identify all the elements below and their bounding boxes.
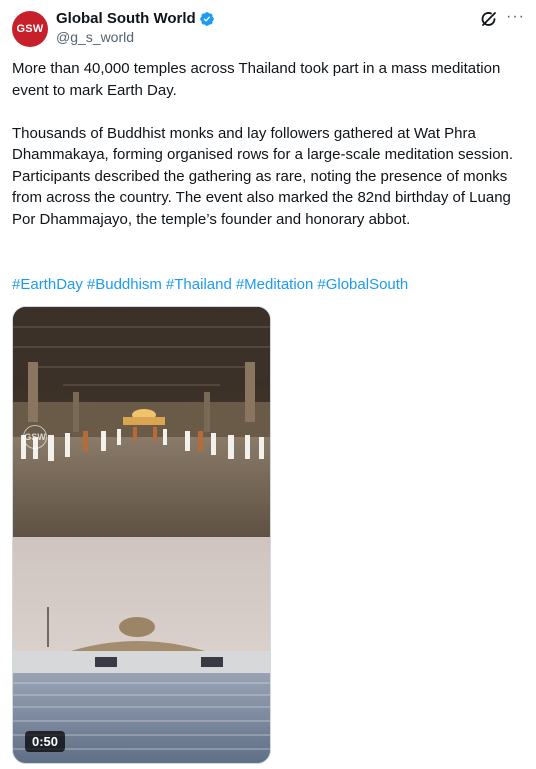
more-icon[interactable]: ···	[506, 8, 524, 26]
grok-icon[interactable]	[480, 10, 498, 28]
tweet-paragraph-2: Thousands of Buddhist monks and lay foll…	[12, 124, 514, 228]
hashtag-earthday[interactable]: #EarthDay	[12, 276, 83, 293]
hashtag-thailand[interactable]: #Thailand	[166, 276, 232, 293]
hashtag-meditation[interactable]: #Meditation	[236, 276, 314, 293]
display-name[interactable]: Global South World	[56, 10, 196, 27]
avatar[interactable]: GSW	[12, 11, 48, 47]
tweet-text: More than 40,000 temples across Thailand…	[12, 58, 522, 230]
hashtag-buddhism[interactable]: #Buddhism	[87, 276, 162, 293]
verified-badge-icon	[199, 11, 215, 27]
hashtag-list: #EarthDay #Buddhism #Thailand #Meditation #G…	[12, 274, 412, 295]
author-name-row: Global South World	[56, 10, 215, 27]
author-handle[interactable]: @g_s_world	[56, 29, 134, 45]
hashtag-globalsouth[interactable]: #GlobalSouth	[317, 276, 408, 293]
video-player[interactable]: GSW 0:50	[12, 306, 271, 764]
tweet-paragraph-1: More than 40,000 temples across Thailand…	[12, 60, 501, 99]
video-thumbnail	[13, 307, 270, 763]
tweet: GSW Global South World @g_s_world ··· Mo…	[0, 0, 536, 769]
gsw-watermark: GSW	[23, 425, 47, 449]
video-duration-badge: 0:50	[25, 731, 66, 752]
